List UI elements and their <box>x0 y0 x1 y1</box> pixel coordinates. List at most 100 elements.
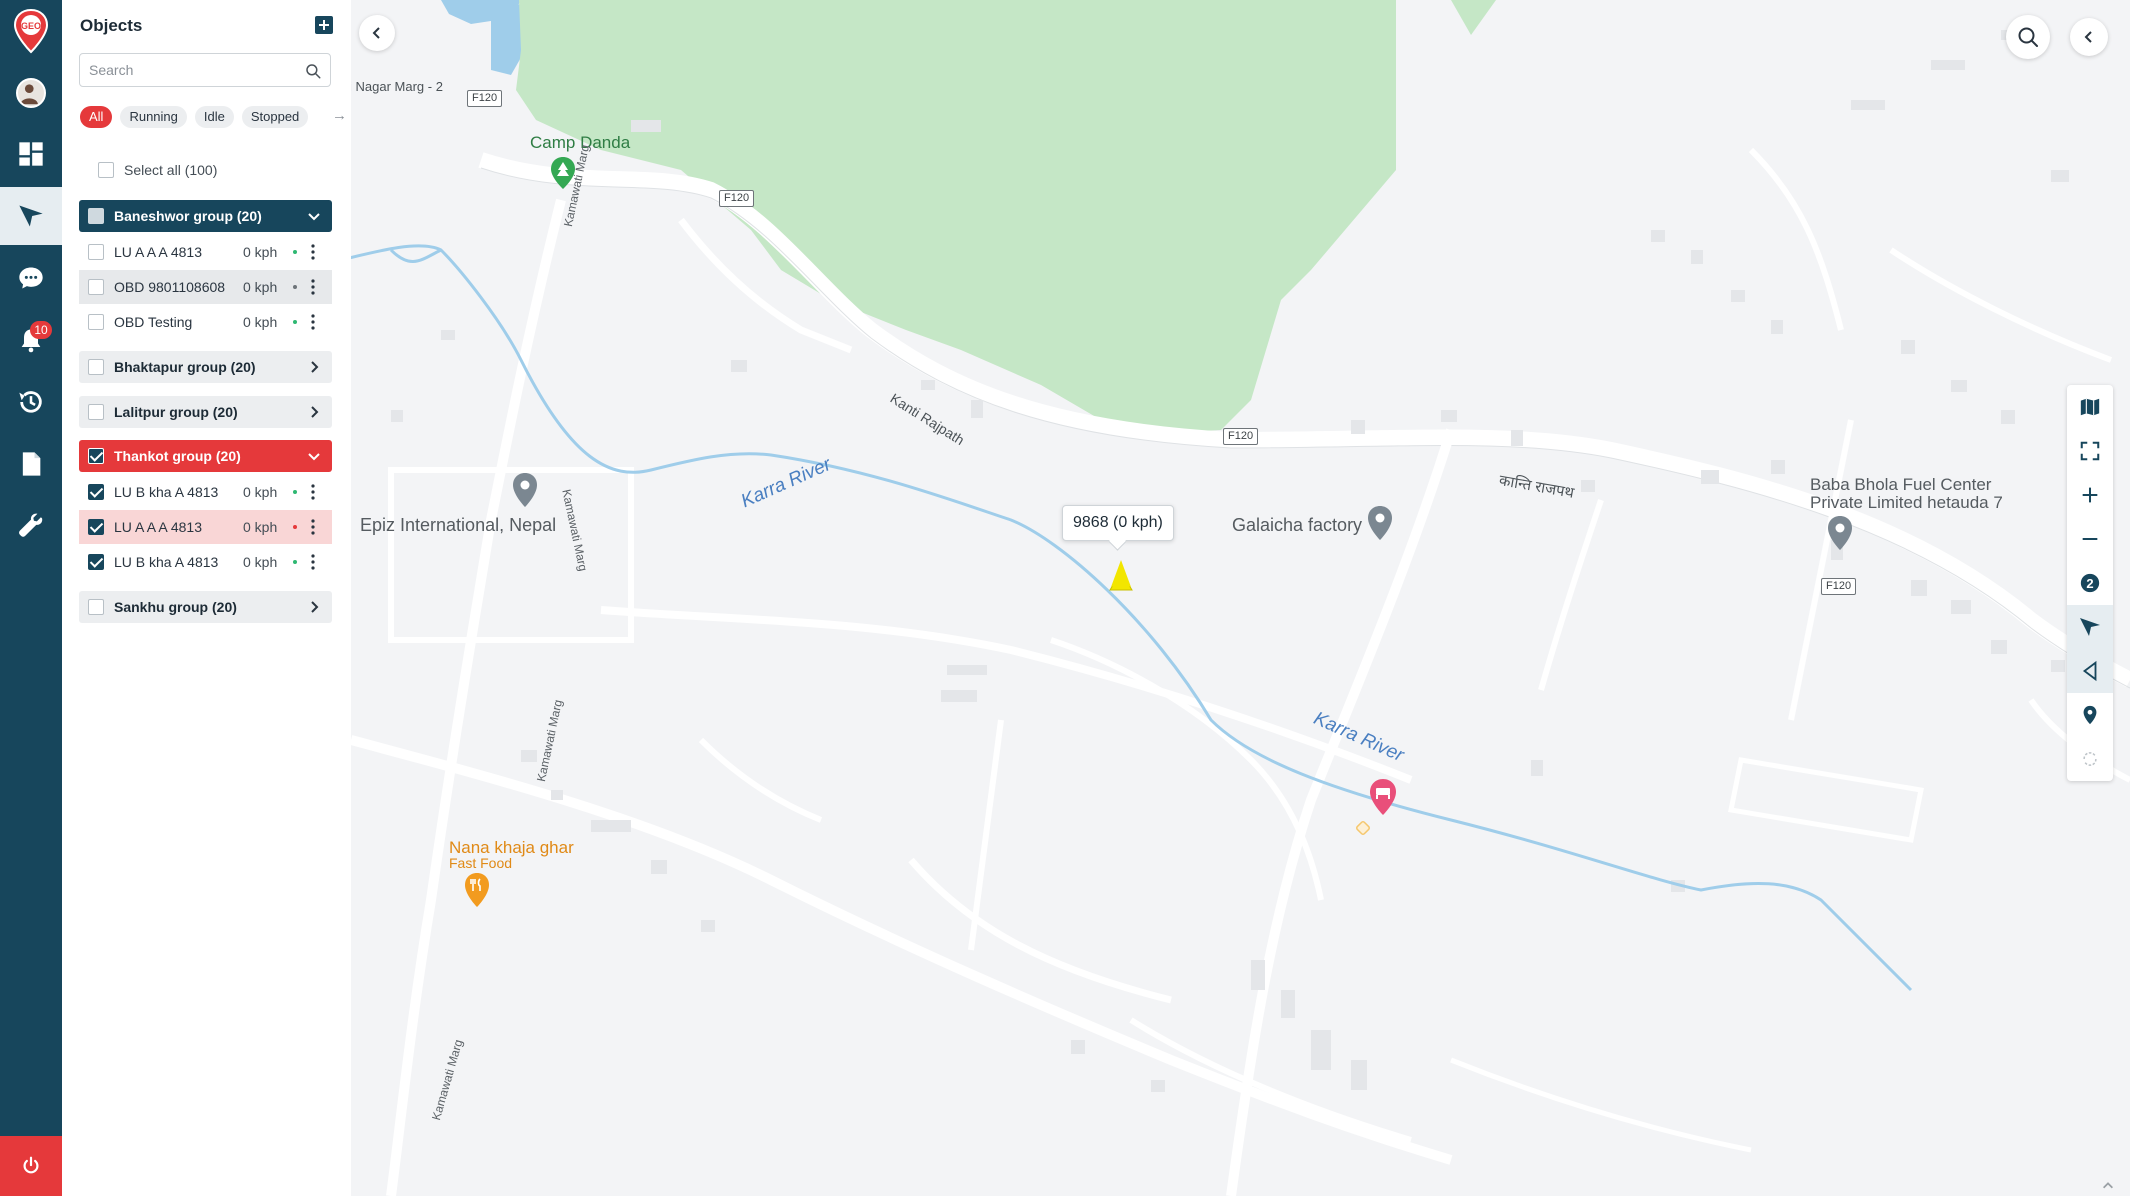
more-options-icon[interactable] <box>311 244 315 260</box>
map-label-epiz: Epiz International, Nepal <box>360 515 557 535</box>
filter-scroll-arrow-icon[interactable]: → <box>332 107 347 124</box>
group-lalitpur[interactable]: Lalitpur group (20) <box>79 396 332 428</box>
more-options-icon[interactable] <box>311 279 315 295</box>
zoom-in-button[interactable] <box>2067 473 2113 517</box>
select-all-row[interactable]: Select all (100) <box>88 162 217 178</box>
chevron-left-icon <box>372 27 380 39</box>
group-checkbox[interactable] <box>88 359 104 375</box>
filter-running[interactable]: Running <box>120 106 187 128</box>
filter-idle[interactable]: Idle <box>194 106 234 128</box>
chevron-right-icon[interactable] <box>306 599 322 615</box>
item-checkbox[interactable] <box>88 554 104 570</box>
fullscreen-icon <box>2080 441 2100 461</box>
more-options-icon[interactable] <box>311 519 315 535</box>
tracking-mode-button[interactable] <box>2067 605 2113 649</box>
restaurant-pin-icon[interactable] <box>463 872 491 908</box>
status-dot <box>293 320 297 324</box>
more-options-icon[interactable] <box>311 554 315 570</box>
nav-dashboard[interactable] <box>0 125 62 183</box>
vehicle-tooltip[interactable]: 9868 (0 kph) <box>1062 505 1174 541</box>
poi-button[interactable] <box>2067 693 2113 737</box>
group-sankhu[interactable]: Sankhu group (20) <box>79 591 332 623</box>
list-item[interactable]: LU B kha A 4813 0 kph <box>79 545 332 579</box>
add-object-button[interactable] <box>315 16 333 34</box>
nav-tracking[interactable] <box>0 187 62 245</box>
location-pin-icon <box>2083 705 2097 725</box>
history-icon <box>19 391 42 413</box>
item-checkbox[interactable] <box>88 279 104 295</box>
nav-settings[interactable] <box>0 497 62 555</box>
vehicle-name: LU B kha A 4813 <box>114 484 219 500</box>
help-button[interactable]: 2 <box>2067 561 2113 605</box>
search-icon <box>2018 27 2038 47</box>
road-shield: F120 <box>719 190 755 207</box>
map-search-button[interactable] <box>2006 15 2050 59</box>
item-checkbox[interactable] <box>88 519 104 535</box>
nav-notifications[interactable]: 10 <box>0 311 62 369</box>
status-dot <box>293 250 297 254</box>
map-tool-stack: 2 <box>2067 385 2113 781</box>
collapse-panel-button[interactable] <box>359 15 395 51</box>
group-bhaktapur[interactable]: Bhaktapur group (20) <box>79 351 332 383</box>
zoom-out-button[interactable] <box>2067 517 2113 561</box>
list-item[interactable]: OBD Testing 0 kph <box>79 305 332 339</box>
map-footer-toggle[interactable] <box>2088 1176 2128 1196</box>
map-view[interactable]: i Nagar Marg - 2 F120 F120 F120 F120 Cam… <box>351 0 2130 1196</box>
wrench-icon <box>19 513 43 537</box>
place-pin-icon[interactable] <box>1826 515 1854 551</box>
group-checkbox[interactable] <box>88 404 104 420</box>
group-thankot[interactable]: Thankot group (20) <box>79 440 332 472</box>
minus-icon <box>2082 537 2098 541</box>
group-baneshwor[interactable]: Baneshwor group (20) <box>79 200 332 232</box>
group-checkbox[interactable] <box>88 448 104 464</box>
place-pin-icon[interactable] <box>511 472 539 508</box>
group-checkbox[interactable] <box>88 599 104 615</box>
hotel-pin-icon[interactable] <box>1368 778 1398 816</box>
direction-button[interactable] <box>2067 649 2113 693</box>
item-checkbox[interactable] <box>88 244 104 260</box>
map-label-baba-bhola-1: Baba Bhola Fuel Center <box>1810 475 1992 494</box>
filter-stopped[interactable]: Stopped <box>241 106 309 128</box>
chevron-left-icon <box>2084 31 2092 43</box>
power-icon <box>23 1156 39 1174</box>
map-layers-button[interactable] <box>2067 385 2113 429</box>
dashboard-icon <box>19 142 43 166</box>
app-logo[interactable]: GEO <box>12 8 50 54</box>
list-item[interactable]: LU A A A 4813 0 kph <box>79 235 332 269</box>
fullscreen-button[interactable] <box>2067 429 2113 473</box>
status-dot <box>293 285 297 289</box>
chevron-down-icon[interactable] <box>306 448 322 464</box>
plus-icon <box>2082 487 2098 503</box>
search-icon[interactable] <box>304 62 322 80</box>
expand-right-panel-button[interactable] <box>2070 18 2108 56</box>
list-item[interactable]: OBD 9801108608 0 kph <box>79 270 332 304</box>
vehicle-speed: 0 kph <box>243 314 278 330</box>
place-pin-icon[interactable] <box>1366 505 1394 541</box>
map-label-galaicha: Galaicha factory <box>1232 515 1363 535</box>
group-label: Sankhu group (20) <box>114 599 237 615</box>
chevron-down-icon[interactable] <box>306 208 322 224</box>
list-item[interactable]: LU B kha A 4813 0 kph <box>79 475 332 509</box>
nav-history[interactable] <box>0 373 62 431</box>
chevron-right-icon[interactable] <box>306 359 322 375</box>
item-checkbox[interactable] <box>88 484 104 500</box>
notification-badge: 10 <box>30 321 52 339</box>
select-all-checkbox[interactable] <box>98 162 114 178</box>
chevron-right-icon[interactable] <box>306 404 322 420</box>
group-checkbox[interactable] <box>88 208 104 224</box>
more-options-icon[interactable] <box>311 314 315 330</box>
nav-messages[interactable] <box>0 249 62 307</box>
user-avatar[interactable] <box>16 78 46 108</box>
more-options-icon[interactable] <box>311 484 315 500</box>
logout-button[interactable] <box>0 1136 62 1196</box>
objects-panel: Objects All Running Idle Stopped → Selec… <box>62 0 351 1196</box>
nav-reports[interactable] <box>0 435 62 493</box>
search-input[interactable] <box>89 54 299 86</box>
chat-bubble-icon <box>19 267 43 289</box>
rotate-button[interactable] <box>2067 737 2113 781</box>
item-checkbox[interactable] <box>88 314 104 330</box>
list-item[interactable]: LU A A A 4813 0 kph <box>79 510 332 544</box>
status-dot <box>293 525 297 529</box>
filter-all[interactable]: All <box>80 106 113 128</box>
select-all-label: Select all (100) <box>124 162 218 178</box>
